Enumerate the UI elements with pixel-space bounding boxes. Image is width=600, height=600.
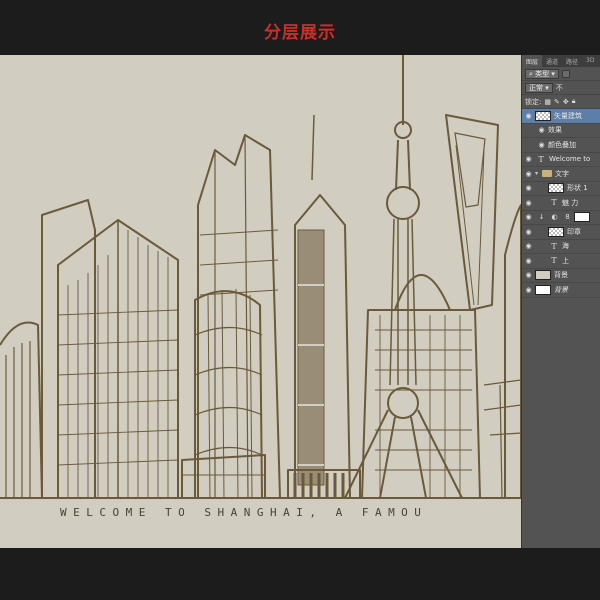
layer-name: 矢量建筑 [554, 111, 582, 120]
layer-row[interactable]: ◉ 颜色叠加 [522, 138, 600, 153]
tab-3d[interactable]: 3D [582, 55, 598, 67]
layer-name: 背景 [554, 285, 568, 294]
layer-name: 海 [562, 242, 569, 251]
chain-link-icon: 8 [565, 213, 570, 222]
layer-row[interactable]: ◉ T 海 [522, 240, 600, 254]
layer-name: 印章 [567, 227, 581, 236]
layer-name: 魅 力 [562, 198, 579, 207]
lock-row: 锁定: ▦ ✎ ✥ 🔒︎ [522, 95, 600, 109]
filter-dropdown[interactable]: ⌕ 类型 ▾ [525, 68, 559, 79]
effect-eye-icon[interactable]: ◉ [535, 141, 548, 149]
layer-name: 颜色叠加 [548, 140, 576, 149]
slab-tower [41, 199, 96, 499]
layer-row[interactable]: ◉ 印章 [522, 225, 600, 240]
lock-label: 锁定: [525, 97, 542, 106]
layer-row[interactable]: ◉ 背景 [522, 283, 600, 298]
blend-row: 正常 ▾ 不 [522, 81, 600, 95]
chevron-down-icon[interactable]: ▾ [535, 170, 542, 177]
lock-all-icon[interactable]: 🔒︎ [572, 97, 576, 106]
filter-row: ⌕ 类型 ▾ [522, 67, 600, 81]
visibility-eye-icon[interactable]: ◉ [522, 286, 535, 294]
blend-mode-label: 正常 [529, 83, 543, 92]
filter-label: 类型 [535, 69, 550, 78]
lock-brush-icon[interactable]: ✎ [554, 98, 560, 106]
filter-toggle-icon[interactable] [561, 69, 570, 78]
layer-row[interactable]: ◉ T 上 [522, 254, 600, 269]
mask-thumbnail [574, 212, 590, 223]
layers-panel: 图层 通道 路径 3D ⌕ 类型 ▾ 正常 ▾ 不 锁定: ▦ ✎ ✥ 🔒︎ ◉… [521, 55, 600, 548]
lower-sphere [387, 387, 419, 419]
right-edge-tower [504, 204, 521, 499]
skyline-illustration [0, 55, 521, 499]
visibility-eye-icon[interactable]: ◉ [522, 112, 535, 120]
spire-tower [197, 134, 281, 499]
lock-pixels-icon[interactable]: ▦ [544, 98, 551, 106]
effect-eye-icon[interactable]: ◉ [535, 126, 548, 134]
shape-thumbnail [548, 183, 564, 194]
text-layer-icon: T [551, 241, 557, 251]
visibility-eye-icon[interactable]: ◉ [522, 170, 535, 178]
tab-channels[interactable]: 通道 [542, 55, 562, 67]
layer-row[interactable]: ◉ ↓ ◐ 8 [522, 211, 600, 225]
layer-row[interactable]: ◉ T Welcome to [522, 153, 600, 167]
text-layer-icon: T [551, 256, 557, 266]
document-canvas[interactable]: WELCOME TO SHANGHAI, A FAMOU [0, 55, 521, 548]
visibility-eye-icon[interactable]: ◉ [522, 228, 535, 236]
tab-paths[interactable]: 路径 [562, 55, 582, 67]
visibility-eye-icon[interactable]: ◉ [522, 155, 535, 163]
upper-sphere [386, 186, 420, 220]
visibility-eye-icon[interactable]: ◉ [522, 184, 535, 192]
layer-row[interactable]: ◉ 矢量建筑 [522, 109, 600, 124]
tab-layers[interactable]: 图层 [522, 55, 543, 67]
folder-icon [542, 170, 552, 178]
layer-name: 文字 [555, 169, 569, 178]
layer-row[interactable]: ◉ ▾ 文字 [522, 167, 600, 182]
visibility-eye-icon[interactable]: ◉ [522, 199, 535, 207]
visibility-eye-icon[interactable]: ◉ [522, 213, 535, 221]
layer-name: 背景 [554, 271, 568, 280]
smart-object-thumbnail [535, 110, 551, 121]
visibility-eye-icon[interactable]: ◉ [522, 257, 535, 265]
layer-row[interactable]: ◉ 背景 [522, 269, 600, 283]
opacity-label: 不 [555, 83, 563, 92]
layer-row[interactable]: ◉ T 魅 力 [522, 196, 600, 211]
layer-name: 效果 [548, 126, 562, 135]
fill-thumbnail [535, 270, 551, 281]
layer-row[interactable]: ◉ 形状 1 [522, 182, 600, 196]
tagline-text: WELCOME TO SHANGHAI, A FAMOU [60, 506, 428, 519]
clip-icon: ↓ [538, 213, 545, 222]
panel-tabs: 图层 通道 路径 3D [522, 55, 600, 67]
layer-name: 形状 1 [567, 184, 588, 193]
text-layer-icon: T [538, 154, 544, 164]
visibility-eye-icon[interactable]: ◉ [522, 271, 535, 279]
page-caption: 分层展示 [264, 23, 336, 43]
blend-mode-dropdown[interactable]: 正常 ▾ [525, 82, 553, 93]
bottle-opener-tower [445, 114, 499, 311]
layer-name: 上 [562, 256, 569, 265]
layer-name: Welcome to [549, 155, 591, 164]
lock-move-icon[interactable]: ✥ [563, 98, 569, 106]
background-thumbnail [535, 284, 551, 295]
adjustment-icon: ◐ [551, 213, 558, 222]
layer-row[interactable]: ◉ 效果 [522, 124, 600, 138]
text-layer-icon: T [551, 198, 557, 208]
shape-thumbnail [548, 226, 564, 237]
visibility-eye-icon[interactable]: ◉ [522, 242, 535, 250]
